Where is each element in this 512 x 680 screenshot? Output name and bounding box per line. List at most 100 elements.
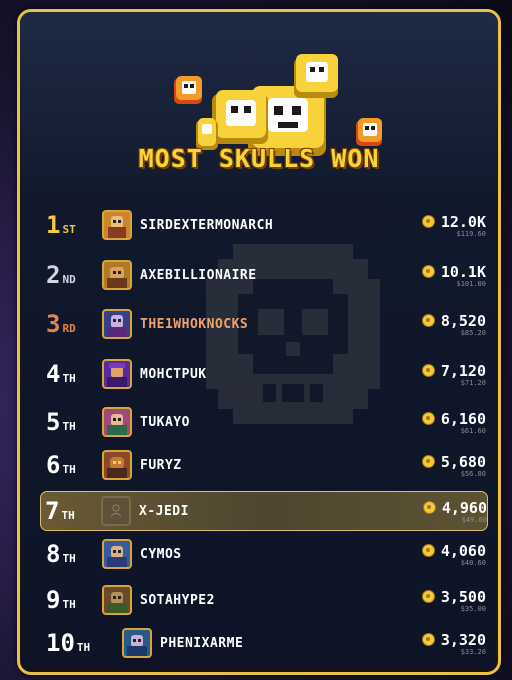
- leaderboard-title: MOST SKULLS WON: [138, 144, 380, 173]
- rank-badge: 4 TH: [42, 360, 102, 388]
- player-name[interactable]: SOTAHYPE2: [140, 593, 396, 608]
- skull-coin-icon: [421, 633, 435, 646]
- skull-amount: 5,680: [440, 452, 486, 471]
- usd-value: $119.60: [456, 229, 486, 238]
- player-name[interactable]: CYMOS: [140, 547, 396, 562]
- rank-number: 10: [46, 629, 75, 657]
- skull-coin-icon: [421, 364, 435, 377]
- rank-suffix: ND: [62, 273, 76, 286]
- rank-number: 1: [46, 211, 61, 239]
- skull-coin-icon: [421, 314, 435, 327]
- usd-value: $101.00: [456, 279, 486, 288]
- leaderboard-row-10[interactable]: 10 TH PHENIXARME 3,320 $33.20: [42, 623, 486, 663]
- skull-amount: 3,500: [440, 587, 486, 606]
- player-name[interactable]: MOHCTPUK: [140, 367, 396, 382]
- player-name[interactable]: FURYZ: [140, 458, 396, 473]
- skull-amount: 4,060: [440, 541, 486, 560]
- rank-badge: 2 ND: [42, 261, 102, 289]
- rank-suffix: TH: [62, 420, 76, 433]
- leaderboard-row-4[interactable]: 4 TH MOHCTPUK 7,120 $71.20: [42, 354, 486, 394]
- skull-amount: 3,320: [440, 630, 486, 649]
- skull-coin-icon: [421, 215, 435, 228]
- leaderboard-row-1[interactable]: 1 ST SIRDEXTERMONARCH 12.0K $119.60: [42, 205, 486, 245]
- skull-coin-icon: [421, 455, 435, 468]
- prize: 6,160 $61.60: [396, 410, 486, 435]
- player-name[interactable]: SIRDEXTERMONARCH: [140, 218, 396, 233]
- skull-amount: 12.0K: [440, 212, 486, 231]
- rank-suffix: TH: [61, 509, 75, 522]
- player-name[interactable]: PHENIXARME: [160, 636, 396, 651]
- rank-badge: 8 TH: [42, 540, 102, 568]
- leaderboard-row-6[interactable]: 6 TH FURYZ 5,680 $56.80: [42, 445, 486, 485]
- rank-suffix: TH: [62, 463, 76, 476]
- rank-number: 7: [45, 497, 60, 525]
- prize: 4,060 $40.60: [396, 542, 486, 567]
- prize: 3,320 $33.20: [396, 631, 486, 656]
- player-name[interactable]: AXEBILLIONAIRE: [140, 268, 396, 283]
- rank-badge: 1 ST: [42, 211, 102, 239]
- player-name[interactable]: THE1WHOKNOCKS: [140, 317, 396, 332]
- rank-badge: 9 TH: [42, 586, 102, 614]
- leaderboard-row-5[interactable]: 5 TH TUKAYO 6,160 $61.60: [42, 402, 486, 442]
- skull-coin-icon: [421, 590, 435, 603]
- prize: 8,520 $85.20: [396, 312, 486, 337]
- rank-number: 9: [46, 586, 61, 614]
- usd-value: $40.60: [460, 558, 486, 567]
- rank-number: 5: [46, 408, 61, 436]
- usd-value: $61.60: [460, 426, 486, 435]
- rank-number: 4: [46, 360, 61, 388]
- leaderboard-row-9[interactable]: 9 TH SOTAHYPE2 3,500 $35.00: [42, 580, 486, 620]
- usd-value: $35.00: [460, 604, 486, 613]
- leaderboard-row-7-current-user[interactable]: 7 TH X-JEDI 4,960 $49.60: [40, 491, 488, 531]
- leaderboard-row-3[interactable]: 3 RD THE1WHOKNOCKS 8,520 $85.20: [42, 304, 486, 344]
- phoenix-hero-avatar[interactable]: [122, 628, 152, 658]
- warrior-hero-avatar[interactable]: [102, 539, 132, 569]
- rank-number: 6: [46, 451, 61, 479]
- rank-suffix: TH: [76, 641, 91, 654]
- leaderboard-row-2[interactable]: 2 ND AXEBILLIONAIRE 10.1K $101.00: [42, 255, 486, 295]
- rank-suffix: RD: [62, 322, 76, 335]
- prize: 3,500 $35.00: [396, 588, 486, 613]
- axe-hero-avatar[interactable]: [102, 260, 132, 290]
- leaderboard-row-8[interactable]: 8 TH CYMOS 4,060 $40.60: [42, 534, 486, 574]
- usd-value: $56.80: [460, 469, 486, 478]
- skull-coin-icon: [421, 412, 435, 425]
- skull-amount: 4,960: [441, 498, 487, 517]
- sorcerer-hero-avatar[interactable]: [102, 359, 132, 389]
- rank-badge: 10 TH: [42, 629, 122, 657]
- rank-badge: 7 TH: [41, 497, 101, 525]
- skull-coin-icon: [421, 544, 435, 557]
- ranger-hero-avatar[interactable]: [102, 585, 132, 615]
- beast-hero-avatar[interactable]: [102, 450, 132, 480]
- player-name[interactable]: X-JEDI: [139, 504, 397, 519]
- usd-value: $49.60: [461, 515, 487, 524]
- rank-badge: 3 RD: [42, 310, 102, 338]
- skull-coin-icon: [421, 265, 435, 278]
- rogue-hero-avatar[interactable]: [102, 407, 132, 437]
- usd-value: $85.20: [460, 328, 486, 337]
- rank-number: 3: [46, 310, 61, 338]
- skull-amount: 10.1K: [440, 262, 486, 281]
- skull-coin-icon: [422, 501, 436, 514]
- rank-suffix: TH: [62, 372, 76, 385]
- prize: 12.0K $119.60: [396, 213, 486, 238]
- prize: 10.1K $101.00: [396, 263, 486, 288]
- rank-suffix: TH: [62, 598, 76, 611]
- usd-value: $33.20: [460, 647, 486, 656]
- rank-suffix: ST: [62, 223, 76, 236]
- rank-number: 2: [46, 261, 61, 289]
- skull-amount: 6,160: [440, 409, 486, 428]
- rank-badge: 6 TH: [42, 451, 102, 479]
- prize: 5,680 $56.80: [396, 453, 486, 478]
- skull-amount: 7,120: [440, 361, 486, 380]
- player-name[interactable]: TUKAYO: [140, 415, 396, 430]
- rank-number: 8: [46, 540, 61, 568]
- mage-hero-avatar[interactable]: [102, 309, 132, 339]
- default-user-avatar[interactable]: [101, 496, 131, 526]
- rank-badge: 5 TH: [42, 408, 102, 436]
- knight-hero-avatar[interactable]: [102, 210, 132, 240]
- usd-value: $71.20: [460, 378, 486, 387]
- skull-amount: 8,520: [440, 311, 486, 330]
- prize: 4,960 $49.60: [397, 499, 487, 524]
- leaderboard-panel: MOST SKULLS WON 1 ST SIRDEXTERMONARCH 12…: [17, 9, 501, 675]
